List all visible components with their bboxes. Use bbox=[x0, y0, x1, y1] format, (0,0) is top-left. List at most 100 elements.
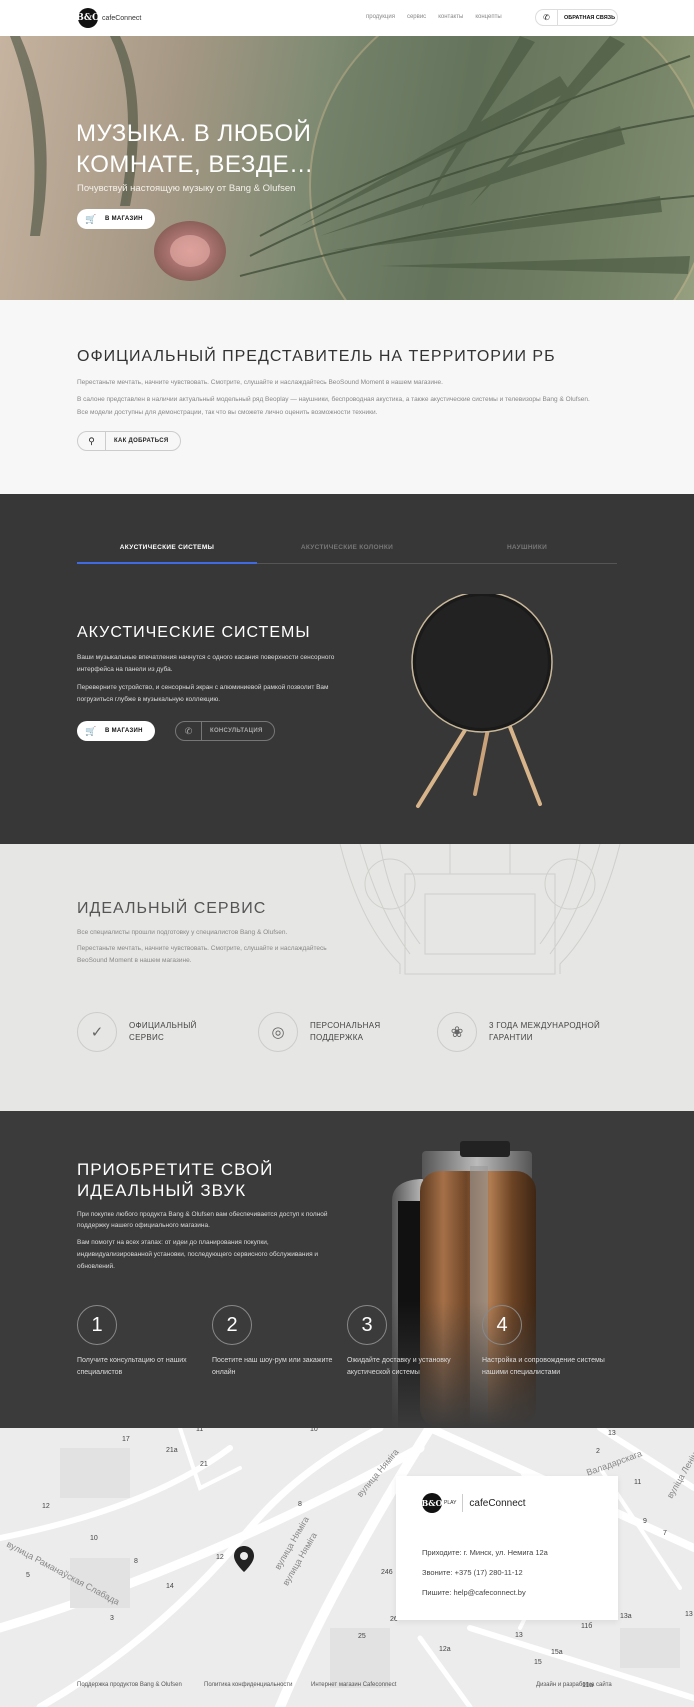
map-number: 246 bbox=[381, 1569, 393, 1576]
map-number: 11 bbox=[634, 1479, 642, 1486]
footer-credit[interactable]: Дизайн и разработка сайта bbox=[536, 1682, 612, 1688]
step-number: 2 bbox=[212, 1305, 252, 1345]
award-ribbon-icon: ❀ bbox=[437, 1012, 477, 1052]
map-number: 8 bbox=[134, 1558, 138, 1565]
contact-email[interactable]: Пишите: help@cafeconnect.by bbox=[422, 1588, 526, 1597]
callback-label: ОБРАТНАЯ СВЯЗЬ bbox=[564, 14, 616, 21]
buy-section: ПРИОБРЕТИТЕ СВОЙ ИДЕАЛЬНЫЙ ЗВУК При поку… bbox=[0, 1111, 694, 1428]
step-text: Ожидайте доставку и установку акустическ… bbox=[347, 1357, 451, 1376]
step-2: 2 Посетите наш шоу-рум или закажите онла… bbox=[212, 1305, 342, 1379]
step-3: 3 Ожидайте доставку и установку акустиче… bbox=[347, 1305, 477, 1379]
official-title: ОФИЦИАЛЬНЫЙ ПРЕДСТАВИТЕЛЬ НА ТЕРРИТОРИИ … bbox=[77, 348, 556, 365]
nav-contacts[interactable]: контакты bbox=[438, 14, 463, 20]
footer-link-support[interactable]: Поддержка продуктов Bang & Olufsen bbox=[77, 1682, 182, 1688]
buy-title: ПРИОБРЕТИТЕ СВОЙ ИДЕАЛЬНЫЙ ЗВУК bbox=[77, 1160, 274, 1200]
contact-phone[interactable]: Звоните: +375 (17) 280-11-12 bbox=[422, 1568, 523, 1577]
hero-shop-label: В МАГАЗИН bbox=[105, 216, 143, 222]
map-number: 3 bbox=[110, 1615, 114, 1622]
location-map[interactable]: вулица Няміга вулица Раманаўская Слабада… bbox=[0, 1428, 694, 1707]
step-number: 3 bbox=[347, 1305, 387, 1345]
logo[interactable]: B&O cafeConnect bbox=[76, 8, 142, 28]
contact-card-brand: cafeConnect bbox=[469, 1497, 526, 1509]
feature-label: ГАРАНТИИ bbox=[489, 1033, 533, 1042]
checkmark-icon: ✓ bbox=[77, 1012, 117, 1052]
hero-banner: МУЗЫКА. В ЛЮБОЙ КОМНАТЕ, ВЕЗДЕ… Почувств… bbox=[0, 36, 694, 300]
hero-subtitle: Почувствуй настоящую музыку от Bang & Ol… bbox=[77, 183, 296, 194]
contact-address: Приходите: г. Минск, ул. Немига 12а bbox=[422, 1548, 548, 1557]
acoustic-title: АКУСТИЧЕСКИЕ СИСТЕМЫ bbox=[77, 624, 311, 641]
acoustic-shop-label: В МАГАЗИН bbox=[105, 728, 143, 734]
step-text: Настройка и сопровождение системы нашими… bbox=[482, 1357, 605, 1376]
map-number: 2 bbox=[596, 1448, 600, 1455]
phone-icon: ✆ bbox=[176, 722, 202, 740]
step-4: 4 Настройка и сопровождение системы наши… bbox=[482, 1305, 612, 1379]
callback-button[interactable]: ✆ ОБРАТНАЯ СВЯЗЬ bbox=[535, 9, 618, 26]
divider bbox=[462, 1494, 464, 1512]
consultation-label: КОНСУЛЬТАЦИЯ bbox=[210, 728, 263, 734]
nav-concepts[interactable]: концепты bbox=[475, 14, 501, 20]
feature-label: СЕРВИС bbox=[129, 1033, 165, 1042]
play-label: PLAY bbox=[444, 1500, 457, 1506]
contact-card-logo: B&O PLAY cafeConnect bbox=[422, 1493, 526, 1513]
map-number: 15a bbox=[551, 1649, 563, 1656]
bo-logo-mark: B&O bbox=[422, 1493, 442, 1513]
site-footer: Поддержка продуктов Bang & Olufsen Полит… bbox=[0, 1676, 694, 1707]
map-number: 13 bbox=[685, 1611, 693, 1618]
directions-label: КАК ДОБРАТЬСЯ bbox=[114, 438, 169, 444]
hero-shop-button[interactable]: 🛒 В МАГАЗИН bbox=[77, 209, 155, 229]
map-number: 10 bbox=[310, 1428, 318, 1433]
feature-label: ПЕРСОНАЛЬНАЯ bbox=[310, 1021, 381, 1030]
map-number: 13 bbox=[608, 1430, 616, 1437]
official-representative-section: ОФИЦИАЛЬНЫЙ ПРЕДСТАВИТЕЛЬ НА ТЕРРИТОРИИ … bbox=[0, 300, 694, 494]
map-number: 15 bbox=[534, 1659, 542, 1666]
map-number: 14 bbox=[166, 1583, 174, 1590]
location-pin-icon: ⚲ bbox=[78, 432, 106, 450]
map-pin-icon[interactable] bbox=[234, 1546, 254, 1572]
service-paragraph-1: Все специалисты прошли подготовку у спец… bbox=[77, 929, 288, 936]
product-tabs: АКУСТИЧЕСКИЕ СИСТЕМЫ АКУСТИЧЕСКИЕ КОЛОНК… bbox=[77, 542, 617, 564]
acoustic-paragraph-2: Переверните устройство, и сенсорный экра… bbox=[77, 684, 329, 703]
cart-icon: 🛒 bbox=[85, 725, 97, 736]
contact-card: B&O PLAY cafeConnect Приходите: г. Минск… bbox=[396, 1476, 618, 1620]
map-number: 7 bbox=[663, 1530, 667, 1537]
acoustic-paragraph-1: Ваши музыкальные впечатления начнутся с … bbox=[77, 654, 335, 673]
map-number: 12 bbox=[42, 1503, 50, 1510]
map-number: 25 bbox=[358, 1633, 366, 1640]
acoustic-shop-button[interactable]: 🛒 В МАГАЗИН bbox=[77, 721, 155, 741]
feature-label: ОФИЦИАЛЬНЫЙ bbox=[129, 1021, 197, 1030]
map-number: 5 bbox=[26, 1572, 30, 1579]
tab-acoustic-systems[interactable]: АКУСТИЧЕСКИЕ СИСТЕМЫ bbox=[77, 542, 257, 564]
map-number: 21 bbox=[200, 1461, 208, 1468]
lifebuoy-icon: ◎ bbox=[258, 1012, 298, 1052]
map-number: 21a bbox=[166, 1447, 178, 1454]
service-title: ИДЕАЛЬНЫЙ СЕРВИС bbox=[77, 900, 267, 917]
map-number: 17 bbox=[122, 1436, 130, 1443]
tab-acoustic-speakers[interactable]: АКУСТИЧЕСКИЕ КОЛОНКИ bbox=[257, 542, 437, 563]
service-section: ИДЕАЛЬНЫЙ СЕРВИС Все специалисты прошли … bbox=[0, 844, 694, 1111]
brand-name: cafeConnect bbox=[102, 14, 142, 22]
step-text: Получите консультацию от наших специалис… bbox=[77, 1357, 187, 1376]
official-paragraph-2: В салоне представлен в наличии актуальны… bbox=[77, 396, 590, 416]
footer-link-privacy[interactable]: Политика конфиденциальности bbox=[204, 1682, 293, 1688]
consultation-button[interactable]: ✆ КОНСУЛЬТАЦИЯ bbox=[175, 721, 275, 741]
feature-official-service: ✓ ОФИЦИАЛЬНЫЙ СЕРВИС bbox=[77, 1012, 249, 1052]
tab-headphones[interactable]: НАУШНИКИ bbox=[437, 542, 617, 563]
beosound-speaker-image bbox=[411, 594, 553, 808]
footer-link-shop[interactable]: Интернет магазин Cafeconnect bbox=[311, 1682, 396, 1688]
nav-service[interactable]: сервис bbox=[407, 14, 426, 20]
nav-products[interactable]: продукция bbox=[366, 14, 395, 20]
acoustic-systems-section: АКУСТИЧЕСКИЕ СИСТЕМЫ АКУСТИЧЕСКИЕ КОЛОНК… bbox=[0, 494, 694, 844]
directions-button[interactable]: ⚲ КАК ДОБРАТЬСЯ bbox=[77, 431, 182, 451]
site-header: B&O cafeConnect продукция сервис контакт… bbox=[0, 0, 694, 36]
map-number: 9 bbox=[643, 1518, 647, 1525]
map-number: 11 bbox=[196, 1428, 204, 1433]
service-paragraph-2: Перестаньте мечтать, начните чувствовать… bbox=[77, 945, 327, 964]
map-number: 8 bbox=[298, 1501, 302, 1508]
map-number: 11б bbox=[581, 1623, 593, 1630]
feature-warranty: ❀ 3 ГОДА МЕЖДУНАРОДНОЙ ГАРАНТИИ bbox=[437, 1012, 609, 1052]
feature-personal-support: ◎ ПЕРСОНАЛЬНАЯ ПОДДЕРЖКА bbox=[258, 1012, 430, 1052]
map-number: 12 bbox=[216, 1554, 224, 1561]
feature-label: 3 ГОДА МЕЖДУНАРОДНОЙ bbox=[489, 1021, 601, 1030]
main-nav: продукция сервис контакты концепты bbox=[366, 14, 502, 20]
official-paragraph-1: Перестаньте мечтать, начните чувствовать… bbox=[77, 379, 443, 386]
